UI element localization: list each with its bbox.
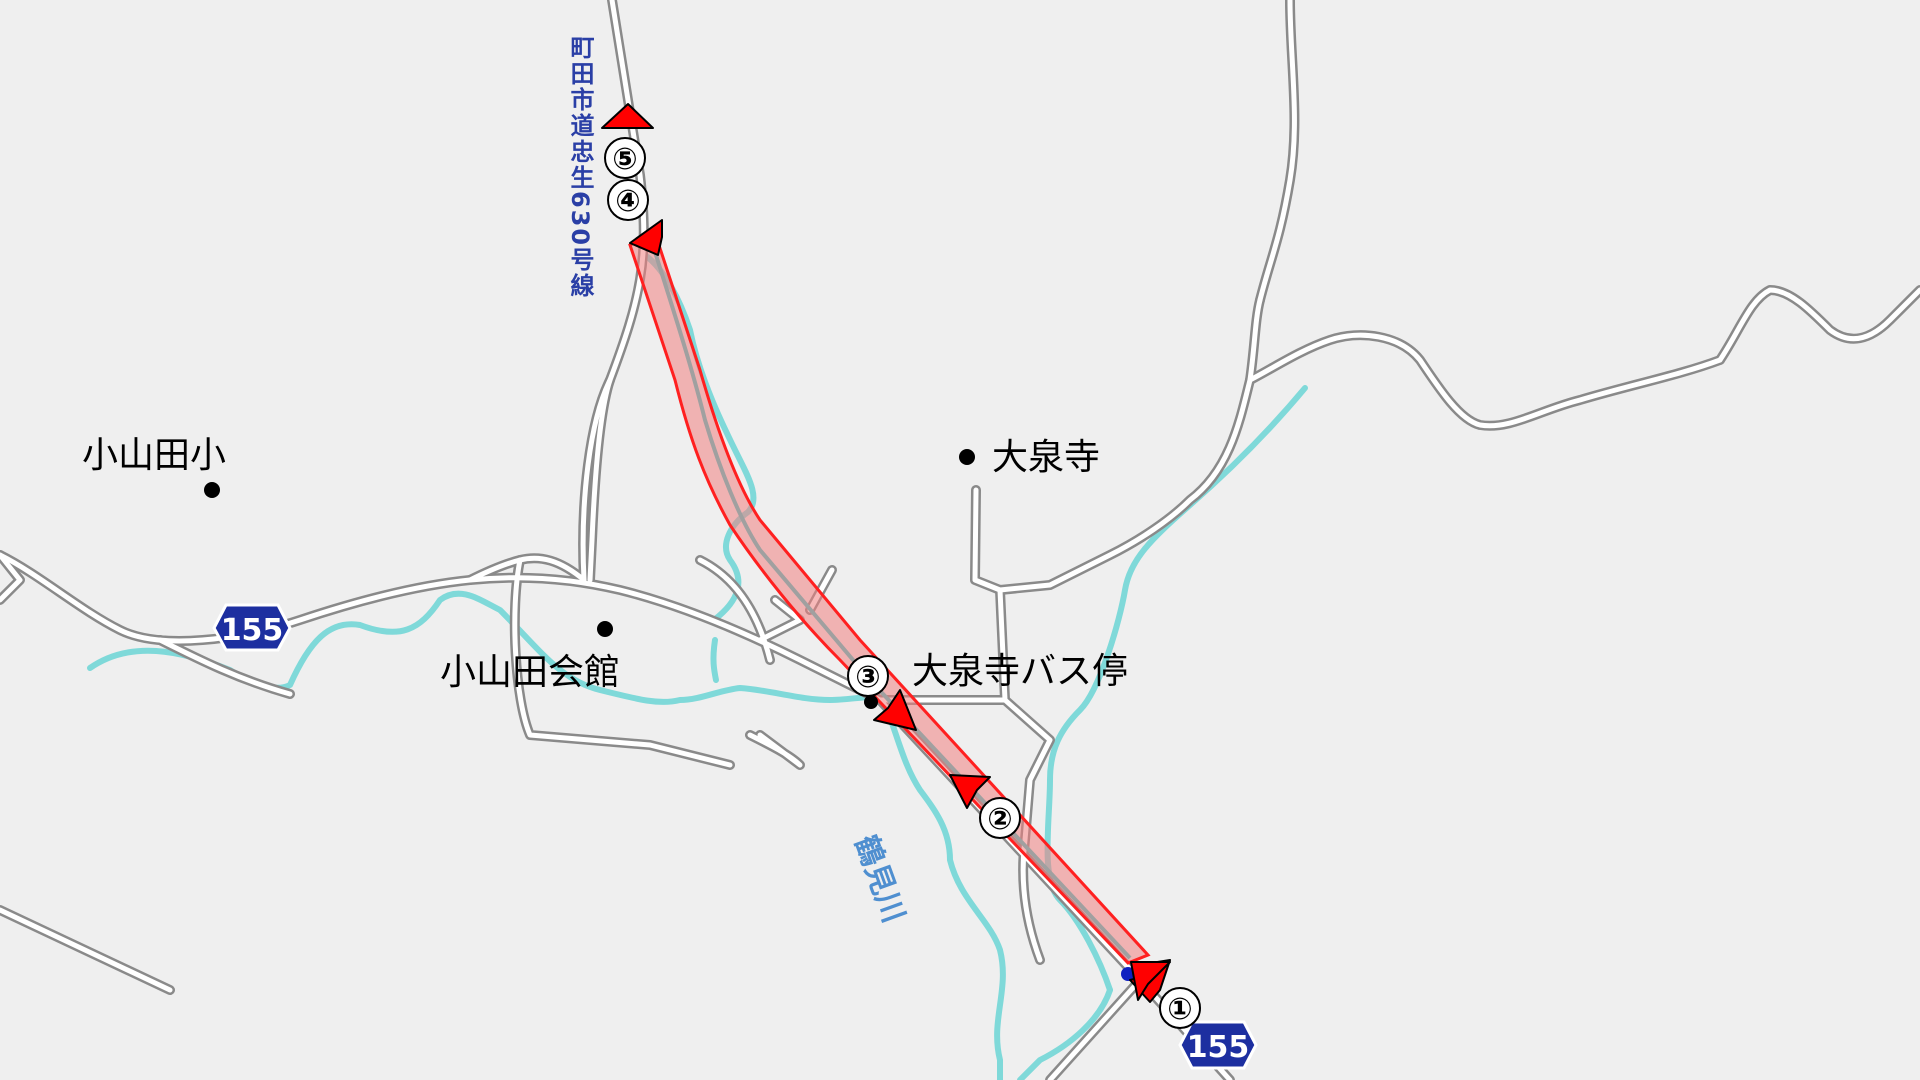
route-shield-155-south: 155: [1178, 1020, 1258, 1070]
step-marker-5: ⑤: [604, 137, 646, 179]
route-shield-155-west: 155: [212, 603, 292, 652]
label-oyamada-hall: 小山田会館: [440, 652, 620, 693]
river-stub: [710, 637, 719, 683]
step-label-4: ④: [615, 184, 640, 219]
label-oyamada-elementary: 小山田小: [82, 435, 226, 476]
place-dot-oyamada-elementary: [204, 482, 220, 498]
map-background: [0, 0, 1920, 1080]
step-marker-1: ①: [1159, 987, 1201, 1029]
place-dot-daisenji-temple: [959, 449, 975, 465]
step-marker-2: ②: [979, 797, 1021, 839]
step-label-1: ①: [1167, 992, 1192, 1027]
step-marker-4: ④: [607, 179, 649, 221]
step-label-3: ③: [855, 660, 880, 695]
label-daisenji-temple: 大泉寺: [992, 437, 1100, 478]
label-daisenji-bus-stop: 大泉寺バス停: [912, 651, 1128, 692]
step-label-5: ⑤: [612, 142, 637, 177]
step-label-2: ②: [987, 802, 1012, 837]
label-road-name: 町田市道忠生630号線: [566, 35, 594, 299]
place-dot-daisenji-bus-stop: [864, 695, 878, 709]
step-marker-3: ③: [847, 655, 889, 697]
shield-label: 155: [221, 613, 284, 648]
map-canvas[interactable]: 小山田小 大泉寺 小山田会館 大泉寺バス停 町田市道忠生630号線 鶴見川 15…: [0, 0, 1920, 1080]
place-dot-oyamada-hall: [597, 621, 613, 637]
shield-label: 155: [1187, 1030, 1250, 1065]
